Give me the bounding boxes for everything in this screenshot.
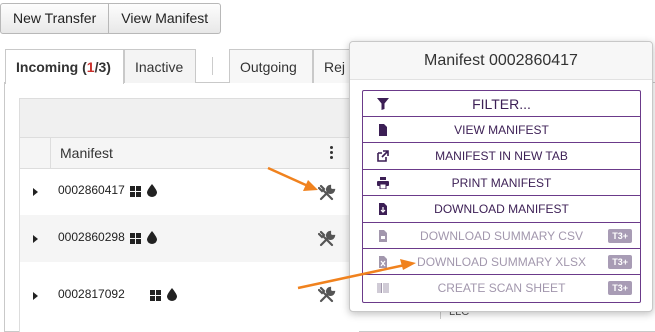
annotation-arrows: [267, 166, 416, 290]
arrow-to-xlsx-item: [297, 259, 416, 290]
arrow-to-tools-icon: [267, 166, 318, 191]
